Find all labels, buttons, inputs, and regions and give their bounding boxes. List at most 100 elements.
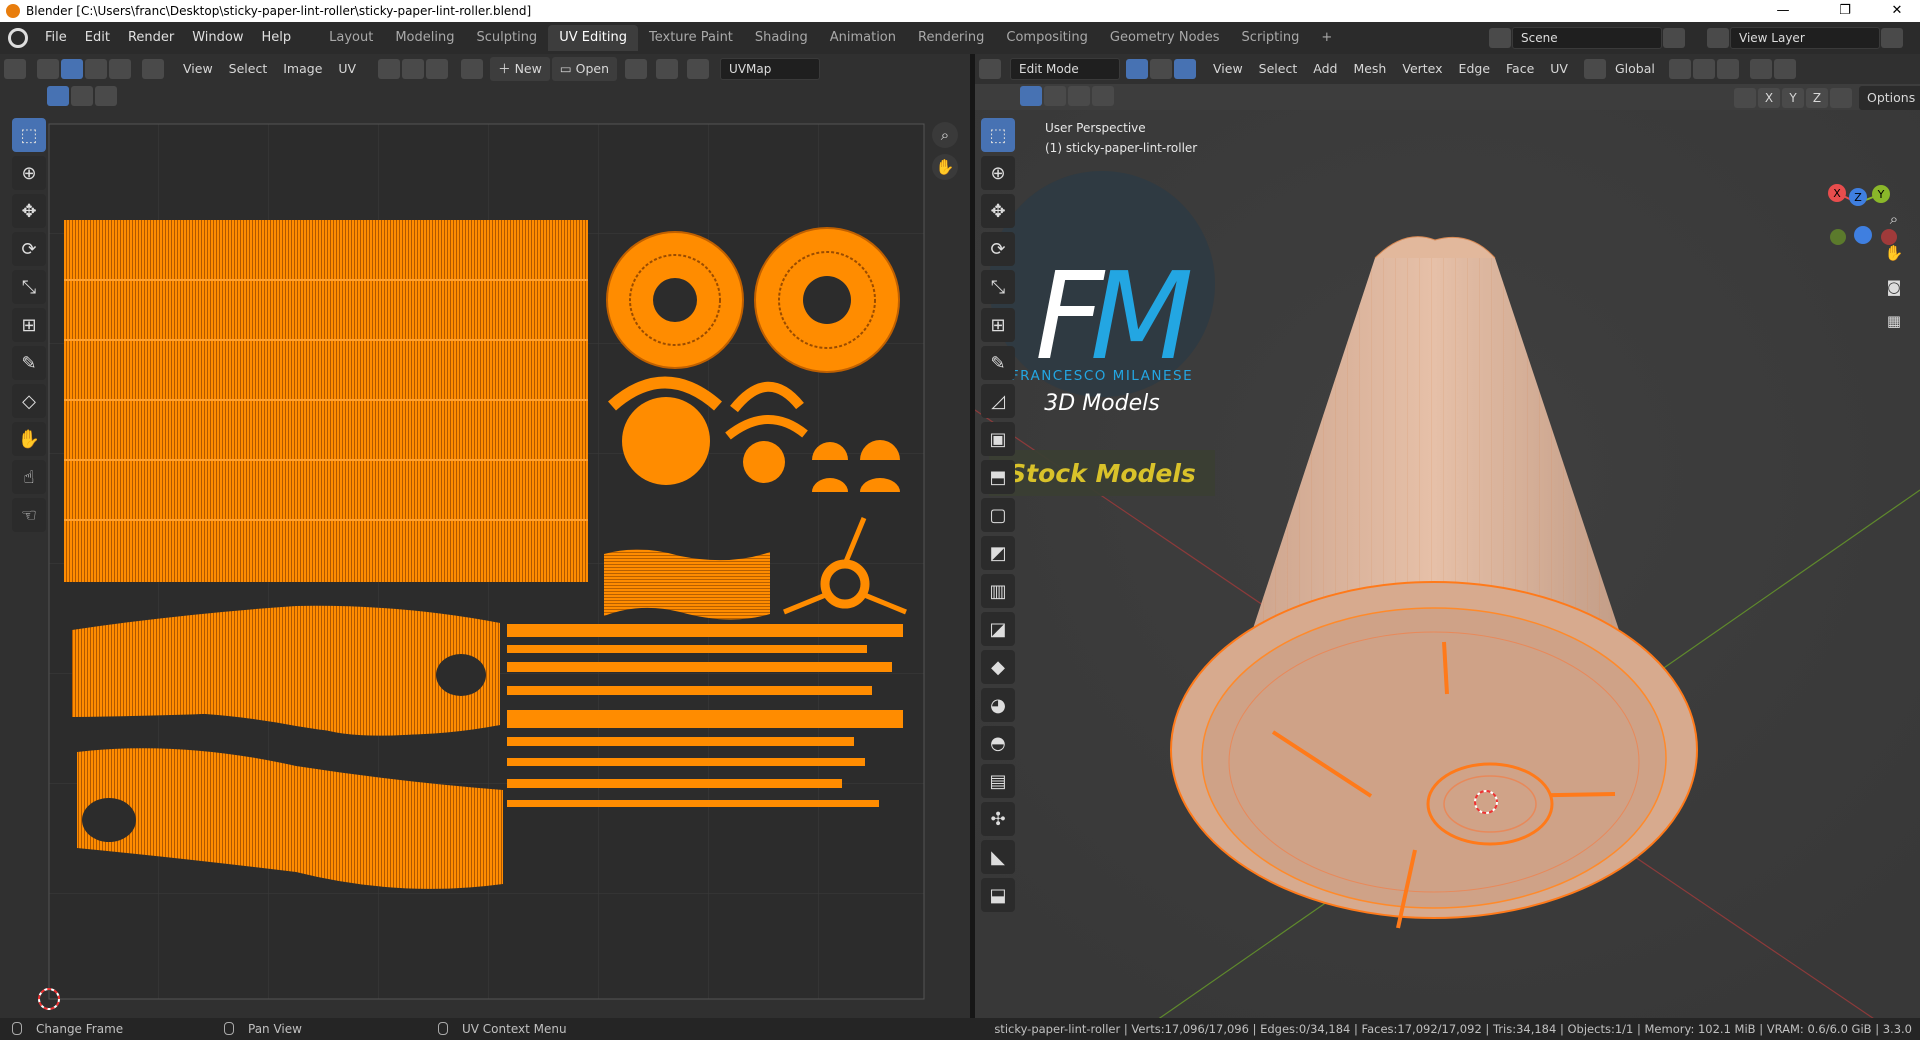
vp-transform-tool-icon[interactable]: ⊞	[981, 308, 1015, 342]
status-pan-view: Pan View	[248, 1022, 302, 1036]
close-button[interactable]: ✕	[1874, 0, 1920, 22]
vp-menu-uv[interactable]: UV	[1542, 57, 1576, 81]
vp-edge-slide-tool-icon[interactable]: ▤	[981, 764, 1015, 798]
minimize-button[interactable]: —	[1760, 0, 1806, 22]
vp-rotate-tool-icon[interactable]: ⟳	[981, 232, 1015, 266]
gizmo-x-label: X	[1833, 187, 1841, 200]
face-mode-icon[interactable]	[1174, 59, 1196, 79]
editor-type-3d-icon[interactable]	[979, 59, 1001, 79]
vertex-mode-icon[interactable]	[1126, 59, 1148, 79]
roller-base-ring	[1201, 607, 1667, 909]
tab-layout[interactable]: Layout	[318, 25, 384, 51]
mirror-options-icon[interactable]	[1830, 88, 1852, 108]
tab-geometry-nodes[interactable]: Geometry Nodes	[1099, 25, 1231, 51]
pivot-3d-icon[interactable]	[1668, 59, 1691, 79]
snap-3d-icon[interactable]	[1692, 59, 1715, 79]
menu-edit[interactable]: Edit	[76, 22, 119, 54]
uv-editor[interactable]: View Select Image UV ＋ New ▭ Open UVMap …	[0, 54, 970, 1018]
vp-select-invert-icon[interactable]	[1092, 86, 1114, 106]
maximize-button[interactable]: ❐	[1822, 0, 1868, 22]
uv-canvas[interactable]	[0, 54, 970, 1018]
new-view-layer-icon[interactable]	[1881, 28, 1903, 48]
vp-knife-tool-icon[interactable]: ◪	[981, 612, 1015, 646]
uv-ring-1-hole	[653, 278, 697, 322]
tab-modeling[interactable]: Modeling	[384, 25, 465, 51]
menu-file[interactable]: File	[36, 22, 76, 54]
vp-loopcut-tool-icon[interactable]: ▥	[981, 574, 1015, 608]
vp-move-tool-icon[interactable]: ✥	[981, 194, 1015, 228]
vp-menu-face[interactable]: Face	[1498, 57, 1542, 81]
vp-annotate-tool-icon[interactable]: ✎	[981, 346, 1015, 380]
uv-island-wavy-strip[interactable]	[604, 549, 770, 620]
vp-rip-tool-icon[interactable]: ⬓	[981, 878, 1015, 912]
tab-compositing[interactable]: Compositing	[995, 25, 1099, 51]
vp-smooth-tool-icon[interactable]: ◓	[981, 726, 1015, 760]
vp-select-box-tool-icon[interactable]: ⬚	[981, 118, 1015, 152]
blender-menu-icon[interactable]	[8, 28, 28, 48]
view-layer-field[interactable]: View Layer	[1730, 27, 1880, 49]
uv-handle-1-hole	[436, 654, 486, 696]
add-workspace-button[interactable]: +	[1310, 25, 1343, 51]
mouse-middle-icon	[224, 1022, 234, 1035]
tab-sculpting[interactable]: Sculpting	[465, 25, 548, 51]
vp-shrink-tool-icon[interactable]: ✣	[981, 802, 1015, 836]
mirror-y-toggle[interactable]: Y	[1782, 88, 1804, 108]
uv-island-disc-2[interactable]	[743, 441, 785, 483]
vp-menu-select[interactable]: Select	[1251, 57, 1306, 81]
viewport-canvas[interactable]: F M FRANCESCO MILANESE 3D Models Stock M…	[975, 110, 1920, 1018]
view-layer-icon[interactable]	[1707, 28, 1729, 48]
vp-menu-view[interactable]: View	[1205, 57, 1251, 81]
ortho-grid-icon[interactable]: ▦	[1881, 308, 1907, 334]
vp-cursor-tool-icon[interactable]: ⊕	[981, 156, 1015, 190]
visibility-icon[interactable]	[1749, 59, 1772, 79]
scene-icon[interactable]	[1489, 28, 1511, 48]
menu-window[interactable]: Window	[183, 22, 252, 54]
vp-menu-add[interactable]: Add	[1305, 57, 1345, 81]
vp-shear-tool-icon[interactable]: ◣	[981, 840, 1015, 874]
vp-scale-tool-icon[interactable]: ⤡	[981, 270, 1015, 304]
mode-dropdown[interactable]: Edit Mode	[1010, 58, 1120, 80]
menu-help[interactable]: Help	[253, 22, 301, 54]
object-label: (1) sticky-paper-lint-roller	[1045, 141, 1198, 155]
gizmo-z-label: Z	[1854, 191, 1862, 204]
watermark-author: FRANCESCO MILANESE	[1011, 368, 1193, 384]
menu-render[interactable]: Render	[119, 22, 183, 54]
scene-field[interactable]: Scene	[1512, 27, 1662, 49]
overlays-icon[interactable]	[1773, 59, 1796, 79]
vp-extrude-tool-icon[interactable]: ⬒	[981, 460, 1015, 494]
vp-zoom-icon[interactable]: ⌕	[1881, 206, 1907, 232]
vp-bevel-tool-icon[interactable]: ◩	[981, 536, 1015, 570]
watermark-3d-models: 3D Models	[1044, 391, 1159, 416]
edge-mode-icon[interactable]	[1150, 59, 1172, 79]
vp-select-new-icon[interactable]	[1020, 86, 1042, 106]
window-title: Blender [C:\Users\franc\Desktop\sticky-p…	[26, 4, 532, 18]
vp-menu-vertex[interactable]: Vertex	[1394, 57, 1450, 81]
tab-animation[interactable]: Animation	[819, 25, 907, 51]
vp-menu-edge[interactable]: Edge	[1451, 57, 1498, 81]
vp-spin-tool-icon[interactable]: ◕	[981, 688, 1015, 722]
tab-rendering[interactable]: Rendering	[907, 25, 995, 51]
vp-inset-tool-icon[interactable]: ▢	[981, 498, 1015, 532]
vp-add-cube-tool-icon[interactable]: ▣	[981, 422, 1015, 456]
vp-pan-icon[interactable]: ✋	[1881, 240, 1907, 266]
tab-scripting[interactable]: Scripting	[1231, 25, 1311, 51]
orientation-dropdown[interactable]: Global	[1607, 57, 1663, 81]
new-scene-icon[interactable]	[1663, 28, 1685, 48]
vp-polybuild-tool-icon[interactable]: ◆	[981, 650, 1015, 684]
viewport-toolbar: ⬚ ⊕ ✥ ⟳ ⤡ ⊞ ✎ ◿ ▣ ⬒ ▢ ◩ ▥ ◪ ◆ ◕ ◓ ▤ ✣ ◣ …	[981, 118, 1015, 916]
uv-island-disc-1[interactable]	[622, 397, 710, 485]
options-dropdown[interactable]: Options	[1859, 86, 1920, 110]
mirror-z-toggle[interactable]: Z	[1806, 88, 1828, 108]
vp-menu-mesh[interactable]: Mesh	[1345, 57, 1394, 81]
tab-shading[interactable]: Shading	[744, 25, 819, 51]
vp-measure-tool-icon[interactable]: ◿	[981, 384, 1015, 418]
proportional-3d-icon[interactable]	[1716, 59, 1739, 79]
tab-texture-paint[interactable]: Texture Paint	[638, 25, 744, 51]
3d-viewport[interactable]: Edit Mode View Select Add Mesh Vertex Ed…	[975, 54, 1920, 1018]
perspective-label: User Perspective	[1045, 121, 1146, 135]
vp-select-extend-icon[interactable]	[1044, 86, 1066, 106]
mirror-x-toggle[interactable]: X	[1758, 88, 1780, 108]
tab-uv-editing[interactable]: UV Editing	[548, 25, 639, 51]
vp-select-subtract-icon[interactable]	[1068, 86, 1090, 106]
camera-view-icon[interactable]: ◙	[1881, 274, 1907, 300]
